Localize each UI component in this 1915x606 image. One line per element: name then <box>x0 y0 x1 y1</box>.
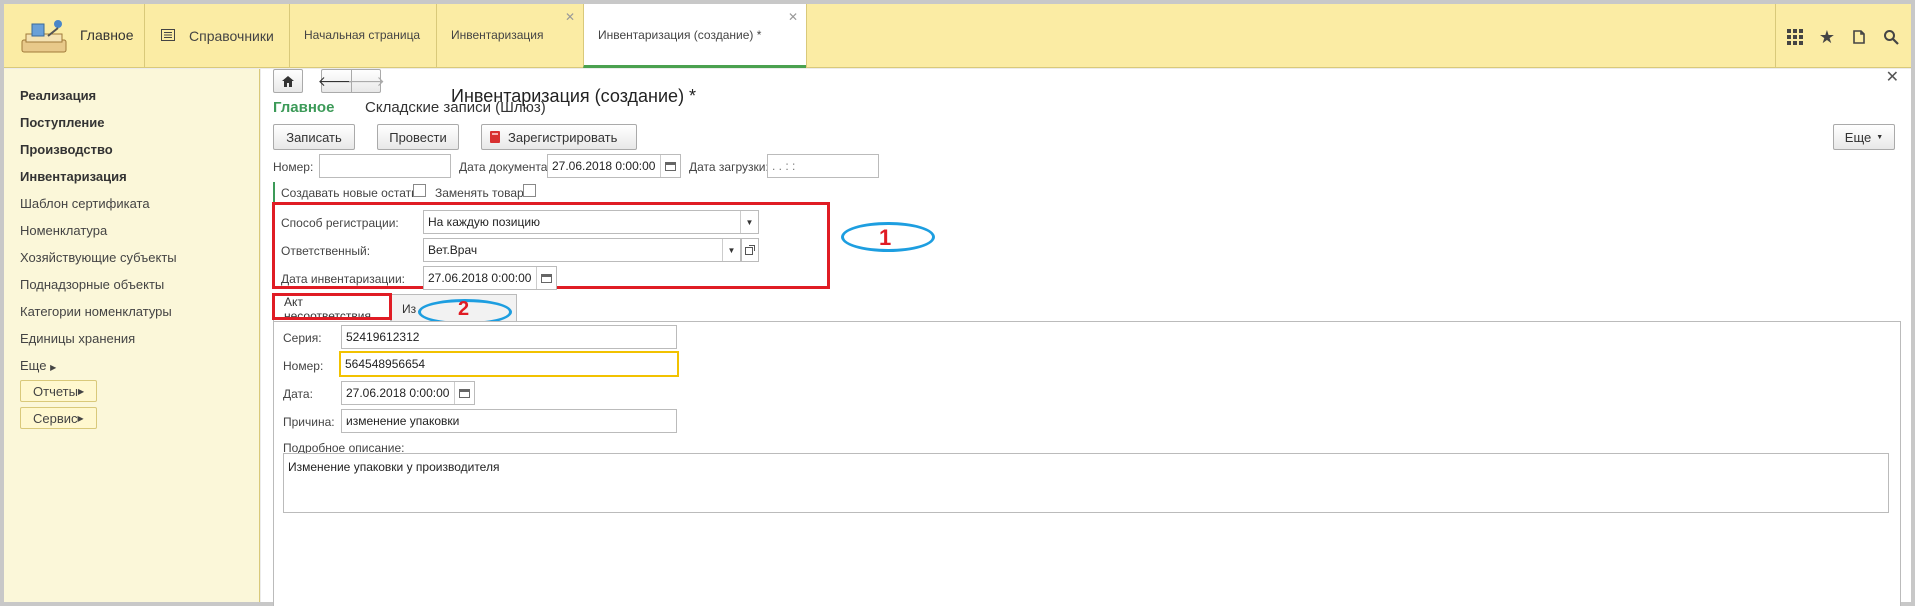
forward-button[interactable]: 🡒 <box>347 69 385 93</box>
responsible-select[interactable]: Вет.Врач ▼ <box>423 238 741 262</box>
chevron-right-icon: ▶ <box>77 386 85 396</box>
create-new-checkbox[interactable] <box>413 184 426 197</box>
save-button[interactable]: Записать <box>273 124 355 150</box>
sidebar-item-certificate-template[interactable]: Шаблон сертификата <box>20 196 150 211</box>
star-icon[interactable]: ★ <box>1816 26 1838 48</box>
app-logo-icon[interactable] <box>18 14 70 58</box>
tab-inventory-create[interactable]: Инвентаризация (создание) * ✕ <box>583 4 806 68</box>
series-label: Серия: <box>283 331 322 345</box>
sidebar-item-business-entities[interactable]: Хозяйствующие субъекты <box>20 250 177 265</box>
inv-date-label: Дата инвентаризации: <box>281 272 405 286</box>
sidebar-item-nomenclature[interactable]: Номенклатура <box>20 223 107 238</box>
number-field[interactable] <box>319 154 451 178</box>
doc-date-value: 27.06.2018 0:00:00 <box>552 159 656 173</box>
close-tab-icon[interactable]: ✕ <box>565 10 575 24</box>
sidebar-section-receipts[interactable]: Поступление <box>20 115 105 130</box>
description-textarea[interactable]: Изменение упаковки у производителя <box>283 453 1889 513</box>
section-main[interactable]: Главное <box>273 99 334 116</box>
chevron-down-icon[interactable]: ▼ <box>740 211 758 233</box>
close-form-icon[interactable]: ✕ <box>1886 67 1899 87</box>
responsible-label: Ответственный: <box>281 244 371 258</box>
top-icons: ★ <box>1775 4 1911 68</box>
tab-label: Инвентаризация <box>451 28 544 42</box>
home-button[interactable] <box>273 69 303 93</box>
register-label: Зарегистрировать <box>508 129 618 145</box>
more-label: Еще <box>20 358 47 373</box>
load-date-field[interactable]: . . : : <box>767 154 879 178</box>
doc-date-field[interactable]: 27.06.2018 0:00:00 <box>547 154 681 178</box>
calendar-icon[interactable] <box>660 155 680 177</box>
tab-home-page[interactable]: Начальная страница <box>289 4 436 68</box>
more-button[interactable]: Еще ▼ <box>1833 124 1895 150</box>
tab-label: Инвентаризация (создание) * <box>598 28 762 42</box>
act-date-field[interactable]: 27.06.2018 0:00:00 <box>341 381 475 405</box>
more-label: Еще <box>1844 129 1872 145</box>
sidebar-more-link[interactable]: Еще ▶ <box>20 358 56 373</box>
load-date-label: Дата загрузки: <box>689 160 769 174</box>
inv-date-value: 27.06.2018 0:00:00 <box>428 271 532 285</box>
sidebar-item-nomenclature-categories[interactable]: Категории номенклатуры <box>20 304 172 319</box>
reports-button[interactable]: Отчеты ▶ <box>20 380 98 402</box>
references-section[interactable]: Справочники <box>144 4 286 68</box>
main-section-link[interactable]: Главное <box>80 27 134 43</box>
list-icon <box>161 29 175 41</box>
tab-label: Начальная страница <box>304 28 421 42</box>
replace-label: Заменять товар: <box>435 186 528 200</box>
search-icon[interactable] <box>1880 26 1902 48</box>
register-icon <box>490 131 500 143</box>
reason-label: Причина: <box>283 415 335 429</box>
form-area: 🡐 🡒 Инвентаризация (создание) * ✕ Главно… <box>261 67 1911 606</box>
reg-method-value: На каждую позицию <box>428 215 541 229</box>
register-button[interactable]: Зарегистрировать <box>481 124 637 150</box>
arrow-right-icon: 🡒 <box>347 72 385 89</box>
act-number-label: Номер: <box>283 359 324 373</box>
reason-field[interactable]: изменение упаковки <box>341 409 677 433</box>
series-field[interactable]: 52419612312 <box>341 325 677 349</box>
tab-inventory[interactable]: Инвентаризация ✕ <box>436 4 583 68</box>
section-warehouse-records[interactable]: Складские записи (Шлюз) <box>365 99 546 116</box>
responsible-value: Вет.Врач <box>428 243 478 257</box>
post-button[interactable]: Провести <box>377 124 459 150</box>
sidebar: Реализация Поступление Производство Инве… <box>4 69 260 602</box>
reg-method-label: Способ регистрации: <box>281 216 399 230</box>
open-icon <box>745 245 755 255</box>
sidebar-item-storage-units[interactable]: Единицы хранения <box>20 331 135 346</box>
act-date-value: 27.06.2018 0:00:00 <box>346 386 450 400</box>
references-label: Справочники <box>189 28 274 44</box>
close-tab-icon[interactable]: ✕ <box>788 10 798 24</box>
create-new-label: Создавать новые остатки: <box>281 186 427 200</box>
home-icon <box>282 75 294 87</box>
act-number-field[interactable]: 564548956654 <box>339 351 679 377</box>
annotation-number-2: 2 <box>458 298 470 320</box>
service-label: Сервис <box>33 410 78 426</box>
calendar-icon[interactable] <box>454 382 474 404</box>
service-button[interactable]: Сервис ▶ <box>20 407 97 429</box>
reg-method-select[interactable]: На каждую позицию ▼ <box>423 210 759 234</box>
chevron-down-icon[interactable]: ▼ <box>722 239 740 261</box>
sidebar-section-sales[interactable]: Реализация <box>20 88 96 103</box>
reports-label: Отчеты <box>33 383 78 399</box>
apps-grid-icon[interactable] <box>1784 26 1806 48</box>
inv-date-field[interactable]: 27.06.2018 0:00:00 <box>423 266 557 290</box>
chevron-right-icon: ▶ <box>77 413 84 423</box>
doc-date-label: Дата документа: <box>459 160 551 174</box>
number-label: Номер: <box>273 160 314 174</box>
group-indicator <box>273 182 275 204</box>
tab-divider <box>806 4 807 68</box>
replace-checkbox[interactable] <box>523 184 536 197</box>
sidebar-section-production[interactable]: Производство <box>20 142 113 157</box>
act-date-label: Дата: <box>283 387 313 401</box>
annotation-number-1: 1 <box>879 225 892 250</box>
chevron-right-icon: ▶ <box>50 363 57 372</box>
history-icon[interactable] <box>1848 26 1870 48</box>
sidebar-item-supervised-objects[interactable]: Поднадзорные объекты <box>20 277 164 292</box>
top-bar: Главное Справочники Начальная страница И… <box>4 4 1911 68</box>
annotation-box-2 <box>272 293 392 320</box>
calendar-icon[interactable] <box>536 267 556 289</box>
chevron-down-icon: ▼ <box>1876 133 1884 141</box>
open-responsible-button[interactable] <box>741 238 759 262</box>
sidebar-section-inventory[interactable]: Инвентаризация <box>20 169 127 184</box>
